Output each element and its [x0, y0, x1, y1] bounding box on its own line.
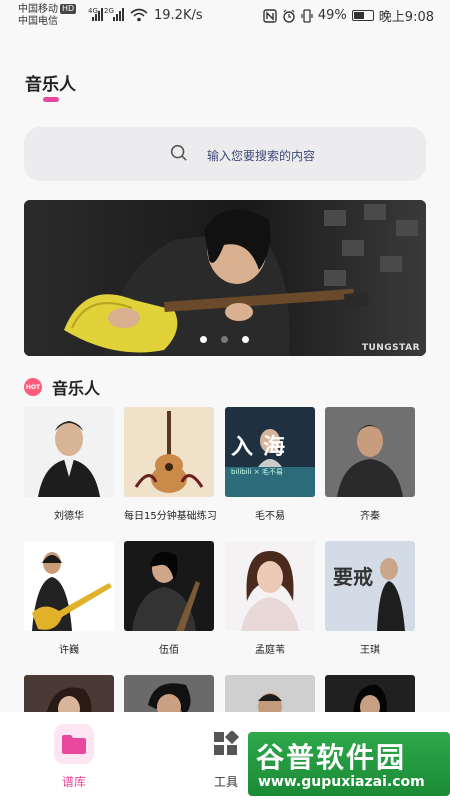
carousel-indicators — [200, 336, 249, 343]
signal-icon-1 — [92, 7, 103, 21]
artist-thumbnail — [24, 541, 114, 631]
artist-name: 刘德华 — [54, 511, 84, 522]
site-watermark: 谷普软件园 www.gupuxiazai.com — [248, 732, 450, 796]
wifi-icon — [130, 8, 148, 22]
artist-card[interactable]: 许巍 — [24, 541, 114, 656]
artist-card[interactable]: 刘德华 — [24, 407, 114, 522]
grid-icon — [206, 724, 246, 764]
carrier-2: 中国电信 — [18, 16, 58, 27]
artist-card[interactable]: 每日15分钟基础练习 — [124, 407, 217, 522]
watermark-url: www.gupuxiazai.com — [258, 774, 425, 790]
thumbnail-subtitle: bilibili × 毛不易 — [231, 468, 283, 476]
clock: 晚上9:08 — [378, 10, 434, 25]
carousel-dot[interactable] — [242, 336, 249, 343]
nfc-icon — [263, 8, 277, 23]
tab-tools[interactable]: 工具 — [206, 724, 246, 790]
alarm-icon — [283, 9, 295, 23]
artist-name: 伍佰 — [159, 645, 179, 656]
carousel-dot[interactable] — [200, 336, 207, 343]
banner-guitarist-image — [24, 200, 426, 356]
artist-card[interactable]: 孟庭苇 — [225, 541, 315, 656]
title-indicator — [43, 97, 59, 102]
status-bar: 中国移动 HD 中国电信 4G 2G 19.2K/s 49% 晚上9:08 — [0, 0, 450, 34]
hot-icon: HOT — [24, 378, 42, 396]
artist-thumbnail — [24, 407, 114, 497]
carousel-dot[interactable] — [221, 336, 228, 343]
artist-name: 孟庭苇 — [255, 645, 285, 656]
artist-thumbnail — [225, 541, 315, 631]
search-bar[interactable]: 输入您要搜索的内容 — [24, 127, 426, 181]
thumbnail-title: 入海 — [231, 435, 296, 460]
battery-percent: 49% — [317, 8, 347, 23]
artist-card[interactable]: 伍佰 — [124, 541, 214, 656]
carrier-1: 中国移动 — [18, 4, 58, 15]
folder-icon — [54, 724, 94, 764]
page-title: 音乐人 — [25, 75, 76, 95]
artist-thumbnail — [124, 407, 214, 497]
thumbnail-title: 要戒 — [333, 565, 373, 589]
artist-thumbnail: 要戒 — [325, 541, 415, 631]
section-title: 音乐人 — [52, 379, 101, 398]
network-speed: 19.2K/s — [154, 8, 203, 23]
search-icon — [170, 144, 187, 161]
artist-name: 齐秦 — [360, 511, 380, 522]
artist-thumbnail — [124, 541, 214, 631]
artist-thumbnail: 入海 bilibili × 毛不易 — [225, 407, 315, 497]
vibrate-icon — [301, 8, 313, 23]
section-header: HOT 音乐人 — [24, 376, 100, 398]
banner-watermark: TUNGSTAR — [361, 343, 420, 353]
banner-carousel[interactable]: TUNGSTAR — [24, 200, 426, 356]
artist-name: 每日15分钟基础练习 — [124, 511, 217, 522]
tab-library[interactable]: 谱库 — [54, 724, 94, 790]
artist-card[interactable]: 要戒 王琪 — [325, 541, 415, 656]
artist-thumbnail — [325, 407, 415, 497]
tab-label: 工具 — [213, 775, 238, 789]
artist-card[interactable]: 齐秦 — [325, 407, 415, 522]
search-placeholder: 输入您要搜索的内容 — [207, 149, 316, 163]
tab-label: 谱库 — [61, 775, 86, 789]
carrier-info: 中国移动 HD 中国电信 — [18, 4, 77, 28]
artist-name: 许巍 — [59, 645, 79, 656]
watermark-main-text: 谷普软件园 — [256, 741, 407, 774]
artist-name: 王琪 — [360, 645, 380, 656]
hd-badge: HD — [60, 4, 77, 14]
battery-icon — [351, 10, 374, 21]
artist-card[interactable]: 入海 bilibili × 毛不易 毛不易 — [225, 407, 315, 522]
signal-icon-2 — [113, 7, 124, 21]
artist-name: 毛不易 — [255, 511, 285, 522]
